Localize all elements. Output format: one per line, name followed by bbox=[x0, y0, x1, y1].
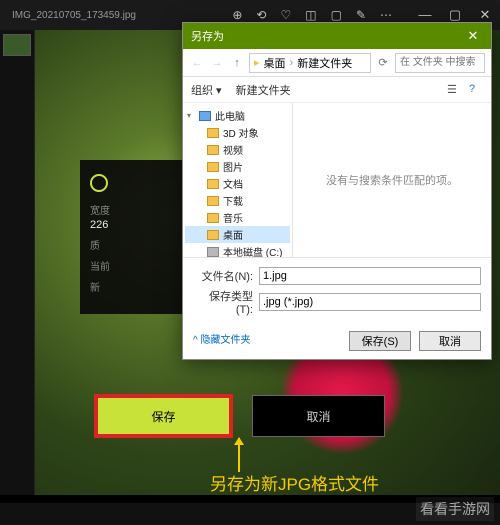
tree-node-label: 视频 bbox=[223, 142, 243, 157]
annotation-arrow-icon bbox=[238, 438, 240, 472]
dialog-fields: 文件名(N): 保存类型(T): bbox=[183, 257, 491, 325]
save-as-dialog: 另存为 ✕ ← → ↑ ▸ 桌面 › 新建文件夹 ⟳ 组织 ▾ 新建文件夹 ☰ … bbox=[182, 22, 492, 360]
close-button[interactable]: ✕ bbox=[470, 7, 500, 23]
favorite-icon[interactable]: ♡ bbox=[280, 8, 291, 22]
tree-node-label: 下载 bbox=[223, 193, 243, 208]
dialog-nav: ← → ↑ ▸ 桌面 › 新建文件夹 ⟳ bbox=[183, 49, 491, 77]
zoom-icon[interactable]: ⊕ bbox=[232, 8, 242, 22]
tree-node[interactable]: 视频 bbox=[185, 141, 290, 158]
dialog-actions: ^ 隐藏文件夹 保存(S) 取消 bbox=[183, 325, 491, 359]
dialog-toolbar: 组织 ▾ 新建文件夹 ☰ ? bbox=[183, 77, 491, 103]
edit-icon[interactable]: ✎ bbox=[356, 8, 366, 22]
tree-node[interactable]: 音乐 bbox=[185, 209, 290, 226]
quality-label: 质 bbox=[90, 237, 190, 252]
filename-input[interactable] bbox=[259, 267, 481, 285]
cancel-button[interactable]: 取消 bbox=[252, 395, 385, 437]
dialog-titlebar: 另存为 ✕ bbox=[183, 23, 491, 49]
minimize-button[interactable]: — bbox=[410, 7, 440, 23]
action-bar: 保存 取消 bbox=[95, 395, 385, 437]
tree-node-label: 本地磁盘 (C:) bbox=[223, 244, 282, 257]
breadcrumb[interactable]: ▸ 桌面 › 新建文件夹 bbox=[249, 53, 371, 73]
annotation-text: 另存为新JPG格式文件 bbox=[210, 470, 379, 495]
rotate-icon[interactable]: ⟲ bbox=[256, 8, 266, 22]
save-button[interactable]: 保存 bbox=[95, 395, 232, 437]
dialog-search-input[interactable] bbox=[395, 53, 485, 73]
more-icon[interactable]: ⋯ bbox=[380, 8, 392, 22]
new-folder-button[interactable]: 新建文件夹 bbox=[236, 82, 291, 98]
tree-node[interactable]: ▾此电脑 bbox=[185, 107, 290, 124]
width-label: 宽度 bbox=[90, 202, 190, 217]
filetype-label: 保存类型(T): bbox=[193, 288, 253, 316]
dialog-save-button[interactable]: 保存(S) bbox=[349, 331, 411, 351]
tree-node-label: 文档 bbox=[223, 176, 243, 191]
tree-node-label: 音乐 bbox=[223, 210, 243, 225]
tree-node-label: 图片 bbox=[223, 159, 243, 174]
maximize-button[interactable]: ▢ bbox=[440, 7, 470, 23]
thumbnail[interactable] bbox=[3, 34, 31, 56]
tree-node-label: 桌面 bbox=[223, 227, 243, 242]
dialog-close-button[interactable]: ✕ bbox=[463, 28, 483, 44]
file-list-empty: 没有与搜索条件匹配的项。 bbox=[293, 103, 491, 257]
dialog-body: ▾此电脑3D 对象视频图片文档下载音乐桌面本地磁盘 (C:)TOSHIBA EX… bbox=[183, 103, 491, 257]
help-icon[interactable]: ? bbox=[469, 83, 483, 97]
tree-node[interactable]: 下载 bbox=[185, 192, 290, 209]
open-filename: IMG_20210705_173459.jpg bbox=[0, 10, 136, 21]
hide-folders-link[interactable]: ^ 隐藏文件夹 bbox=[193, 331, 250, 351]
dialog-cancel-button[interactable]: 取消 bbox=[419, 331, 481, 351]
filename-label: 文件名(N): bbox=[193, 268, 253, 284]
slideshow-icon[interactable]: ▢ bbox=[331, 8, 342, 22]
nav-back-button[interactable]: ← bbox=[189, 57, 205, 69]
app-toolbar: ⊕ ⟲ ♡ ◫ ▢ ✎ ⋯ bbox=[232, 8, 400, 22]
nav-up-button[interactable]: ↑ bbox=[229, 57, 245, 69]
tree-node-label: 此电脑 bbox=[215, 108, 245, 123]
tree-node[interactable]: 桌面 bbox=[185, 226, 290, 243]
tree-node[interactable]: 本地磁盘 (C:) bbox=[185, 243, 290, 257]
crop-icon[interactable]: ◫ bbox=[305, 8, 316, 22]
new-label: 新 bbox=[90, 279, 190, 294]
crumb-0[interactable]: 桌面 bbox=[264, 55, 286, 71]
folder-tree[interactable]: ▾此电脑3D 对象视频图片文档下载音乐桌面本地磁盘 (C:)TOSHIBA EX… bbox=[183, 103, 293, 257]
tree-node[interactable]: 文档 bbox=[185, 175, 290, 192]
organize-menu[interactable]: 组织 ▾ bbox=[191, 82, 222, 98]
width-value: 226 bbox=[90, 219, 190, 231]
window-controls: — ▢ ✕ bbox=[410, 7, 500, 23]
thumbnail-strip bbox=[0, 30, 35, 495]
tree-node[interactable]: 3D 对象 bbox=[185, 124, 290, 141]
current-label: 当前 bbox=[90, 258, 190, 273]
dialog-title: 另存为 bbox=[191, 28, 224, 44]
filetype-select[interactable] bbox=[259, 293, 481, 311]
tree-node-label: 3D 对象 bbox=[223, 125, 259, 140]
tree-node[interactable]: 图片 bbox=[185, 158, 290, 175]
nav-forward-button[interactable]: → bbox=[209, 57, 225, 69]
crumb-1[interactable]: 新建文件夹 bbox=[297, 55, 352, 71]
view-options-icon[interactable]: ☰ bbox=[447, 83, 461, 97]
progress-ring-icon bbox=[90, 174, 108, 192]
watermark: 看看手游网 bbox=[416, 497, 494, 521]
nav-refresh-button[interactable]: ⟳ bbox=[375, 56, 391, 69]
